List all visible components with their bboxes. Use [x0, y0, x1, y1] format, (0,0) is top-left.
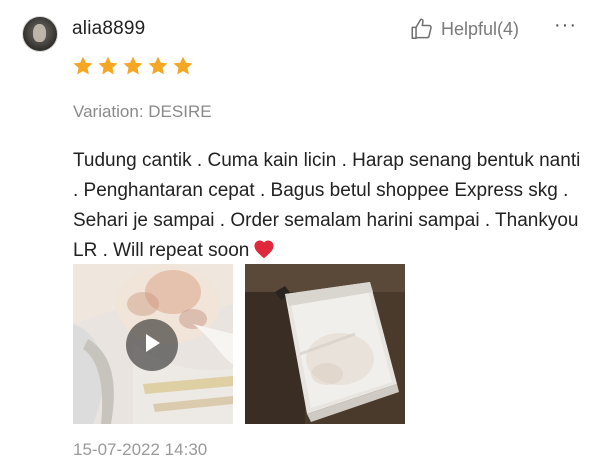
avatar-face: [33, 24, 46, 42]
avatar[interactable]: [22, 16, 58, 52]
thumbs-up-icon: [409, 16, 435, 42]
star-icon: [147, 55, 169, 77]
star-icon: [172, 55, 194, 77]
star-rating: [72, 55, 194, 77]
photo-thumbnail-image: [245, 264, 405, 424]
username[interactable]: alia8899: [72, 18, 145, 40]
star-icon: [72, 55, 94, 77]
review-video-thumbnail[interactable]: [73, 264, 233, 424]
helpful-button[interactable]: Helpful(4): [409, 16, 519, 42]
helpful-label: Helpful(4): [441, 18, 520, 39]
review-comment-text: Tudung cantik . Cuma kain licin . Harap …: [73, 150, 581, 261]
review-comment: Tudung cantik . Cuma kain licin . Harap …: [73, 146, 583, 269]
star-icon: [122, 55, 144, 77]
variation-label: Variation: DESIRE: [73, 102, 212, 121]
review-photo-thumbnail[interactable]: [245, 264, 405, 424]
more-options-button[interactable]: ···: [554, 14, 577, 37]
star-icon: [97, 55, 119, 77]
play-button[interactable]: [126, 319, 178, 371]
play-icon: [142, 332, 162, 359]
review-timestamp: 15-07-2022 14:30: [73, 440, 208, 459]
